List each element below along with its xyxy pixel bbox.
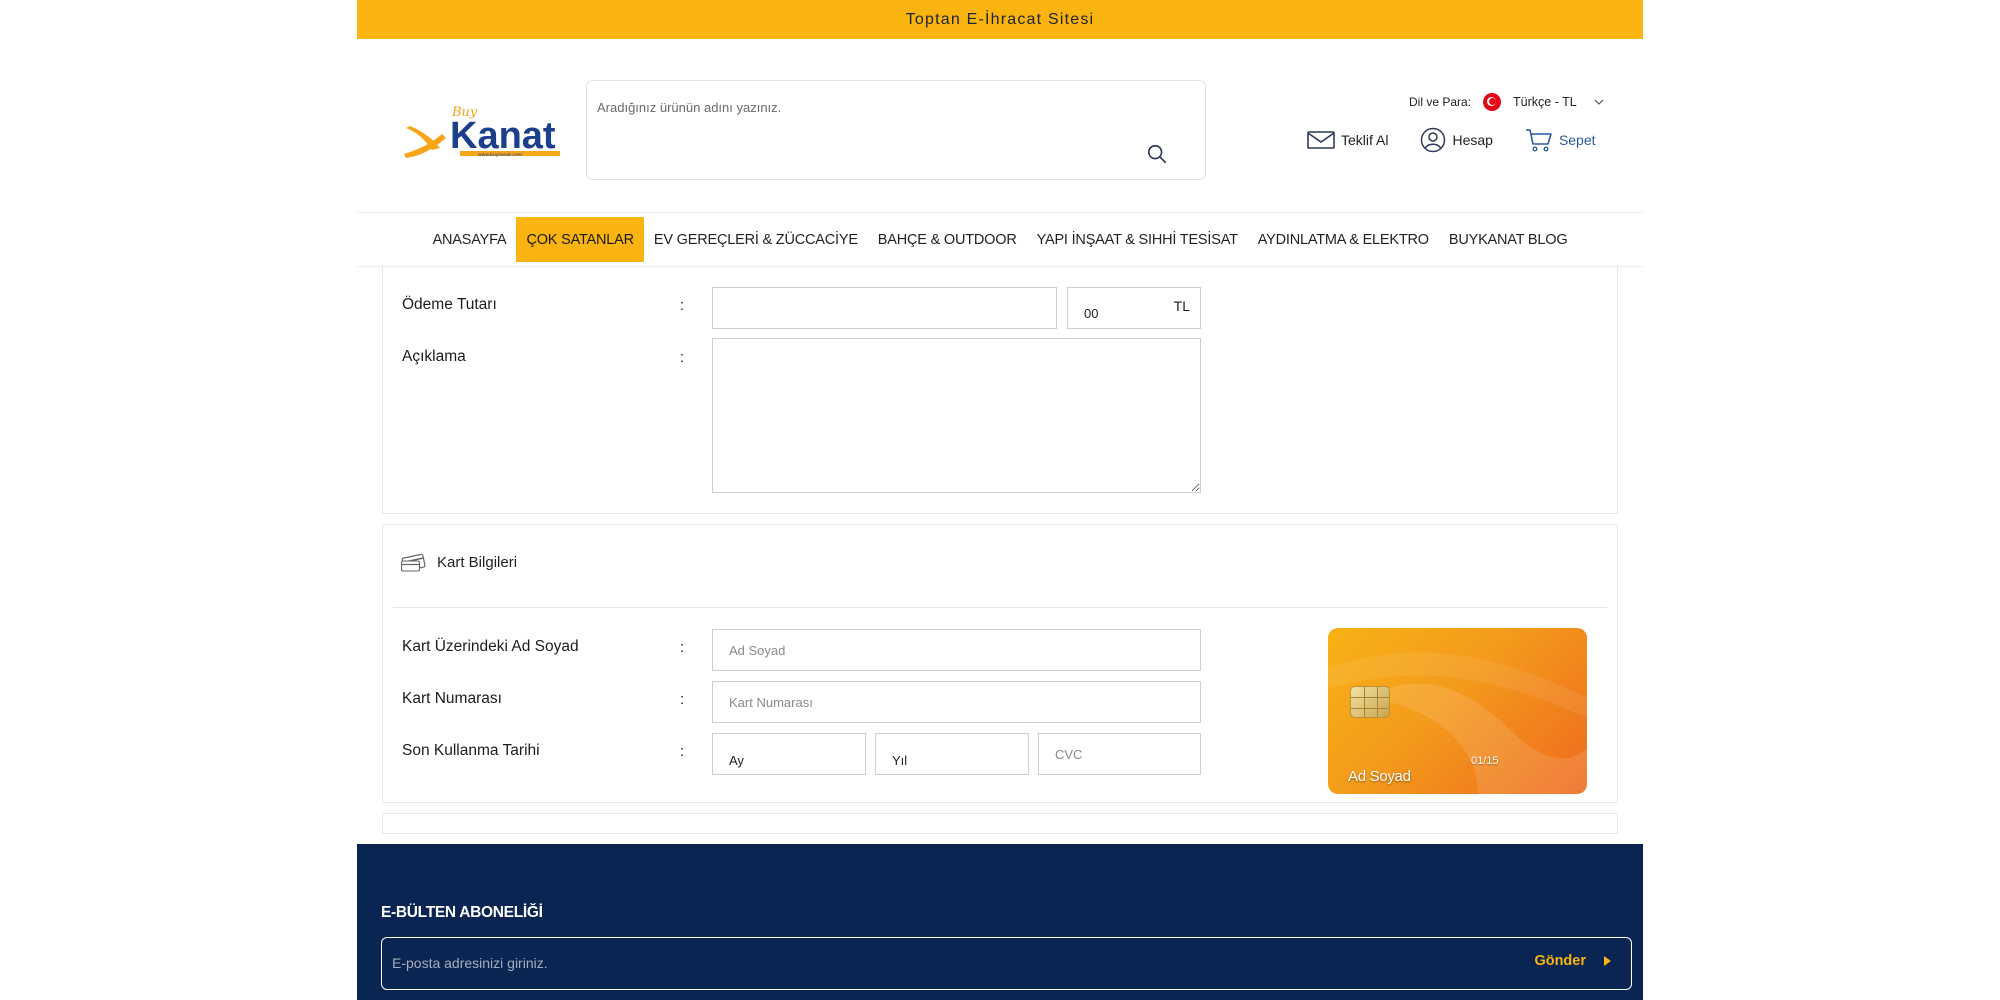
- cvc-input[interactable]: [1038, 733, 1201, 775]
- envelope-icon: [1307, 131, 1335, 149]
- card-name-colon: :: [680, 639, 685, 656]
- language-value: Türkçe - TL: [1513, 95, 1577, 109]
- cents-value: 00: [1084, 306, 1099, 321]
- search-icon: [1147, 144, 1167, 164]
- description-colon: :: [680, 349, 685, 366]
- newsletter-submit-button[interactable]: Gönder: [1534, 953, 1611, 969]
- card-number-input[interactable]: [712, 681, 1201, 723]
- bottom-panel: [382, 813, 1618, 834]
- amount-label: Ödeme Tutarı: [402, 296, 497, 313]
- nav-item-home-kitchenware[interactable]: EV GEREÇLERİ & ZÜCCACİYE: [644, 217, 868, 262]
- newsletter-title: E-BÜLTEN ABONELİĞİ: [381, 904, 543, 921]
- nav-item-best-sellers[interactable]: ÇOK SATANLAR: [516, 217, 644, 262]
- cart-link[interactable]: Sepet: [1525, 127, 1596, 153]
- card-preview-expiry: 01/15: [1471, 755, 1499, 767]
- card-preview: 01/15 Ad Soyad: [1328, 628, 1587, 794]
- user-icon: [1421, 127, 1446, 153]
- newsletter-footer: E-BÜLTEN ABONELİĞİ Gönder: [357, 844, 1643, 1000]
- svg-text:www.buykanat.com: www.buykanat.com: [478, 152, 522, 158]
- description-label: Açıklama: [402, 348, 466, 365]
- search-input[interactable]: [597, 95, 1157, 119]
- expiry-label: Son Kullanma Tarihi: [402, 742, 540, 759]
- language-currency-selector[interactable]: Dil ve Para: Türkçe - TL: [1409, 92, 1605, 112]
- expiry-year-value: Yıl: [892, 753, 908, 768]
- payment-panel: Ödeme Tutarı : 00 TL Açıklama :: [382, 267, 1618, 514]
- card-section-header: Kart Bilgileri: [401, 551, 517, 573]
- site-logo[interactable]: Buy Kanat www.buykanat.com: [402, 98, 572, 164]
- newsletter-email-input[interactable]: [392, 950, 1392, 976]
- card-preview-name: Ad Soyad: [1348, 768, 1411, 785]
- arrow-right-icon: [1604, 956, 1611, 966]
- chevron-down-icon: [1594, 99, 1604, 105]
- nav-item-blog[interactable]: BUYKANAT BLOG: [1439, 217, 1578, 262]
- expiry-colon: :: [680, 743, 685, 760]
- nav-item-garden-outdoor[interactable]: BAHÇE & OUTDOOR: [868, 217, 1027, 262]
- card-section-divider: [393, 607, 1607, 608]
- amount-input[interactable]: [712, 287, 1057, 329]
- logo-graphic: Buy Kanat www.buykanat.com: [404, 105, 560, 158]
- main-navigation: ANASAYFA ÇOK SATANLAR EV GEREÇLERİ & ZÜC…: [357, 212, 1643, 267]
- card-number-colon: :: [680, 691, 685, 708]
- nav-item-construction-plumbing[interactable]: YAPI İNŞAAT & SIHHİ TESİSAT: [1027, 217, 1248, 262]
- cart-icon: [1525, 129, 1552, 152]
- search-button[interactable]: [1145, 143, 1169, 167]
- announcement-text: Toptan E-İhracat Sitesi: [905, 10, 1095, 28]
- amount-colon: :: [680, 297, 685, 314]
- quote-link[interactable]: Teklif Al: [1307, 130, 1388, 150]
- expiry-year-select[interactable]: Yıl: [875, 733, 1029, 775]
- svg-text:Kanat: Kanat: [450, 115, 556, 157]
- expiry-month-select[interactable]: Ay: [712, 733, 866, 775]
- search-box: [586, 80, 1206, 180]
- language-label: Dil ve Para:: [1409, 95, 1472, 109]
- page: Toptan E-İhracat Sitesi Buy Kanat www.bu…: [357, 0, 1643, 1000]
- card-chip-icon: [1350, 686, 1390, 718]
- announcement-bar: Toptan E-İhracat Sitesi: [357, 0, 1643, 39]
- card-name-label: Kart Üzerindeki Ad Soyad: [402, 638, 579, 655]
- card-number-label: Kart Numarası: [402, 690, 502, 707]
- account-link[interactable]: Hesap: [1420, 127, 1493, 153]
- newsletter-form: Gönder: [381, 937, 1632, 990]
- cart-label: Sepet: [1558, 132, 1596, 148]
- quote-label: Teklif Al: [1341, 132, 1389, 148]
- newsletter-submit-label: Gönder: [1534, 953, 1586, 969]
- credit-card-icon: [401, 553, 426, 572]
- card-name-input[interactable]: [712, 629, 1201, 671]
- nav-item-home[interactable]: ANASAYFA: [423, 217, 517, 262]
- turkey-flag-icon: [1483, 93, 1502, 111]
- account-label: Hesap: [1452, 132, 1493, 148]
- currency-label: TL: [1173, 298, 1190, 314]
- amount-cents-input[interactable]: 00 TL: [1067, 287, 1201, 329]
- expiry-month-value: Ay: [729, 753, 744, 768]
- card-section-title: Kart Bilgileri: [437, 553, 518, 571]
- header-links: Teklif Al Hesap Sepet: [1307, 126, 1596, 154]
- nav-item-lighting-electro[interactable]: AYDINLATMA & ELEKTRO: [1248, 217, 1439, 262]
- description-textarea[interactable]: [712, 338, 1201, 493]
